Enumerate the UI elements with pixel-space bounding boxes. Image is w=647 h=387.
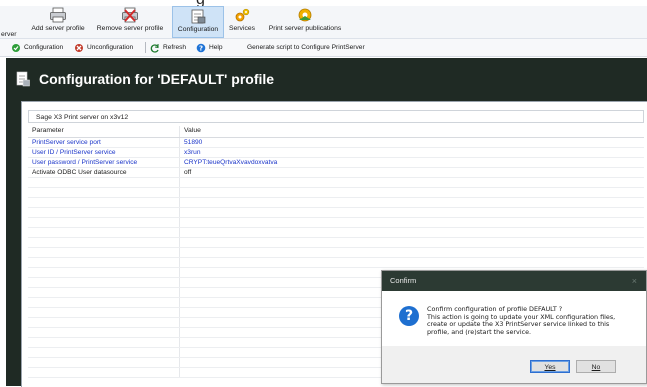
empty-row (28, 178, 644, 188)
table-row[interactable]: User ID / PrintServer service x3run (28, 148, 644, 158)
remove-printer-icon (121, 7, 139, 24)
no-button[interactable]: No (576, 360, 616, 373)
yes-button[interactable]: Yes (530, 360, 570, 373)
page-title: Configuration for 'DEFAULT' profile (39, 71, 275, 87)
dialog-title: Confirm (390, 276, 417, 285)
grid-header: Parameter Value (28, 126, 644, 138)
add-server-profile-button[interactable]: Add server profile (30, 6, 86, 38)
value-cell[interactable]: x3run (180, 148, 644, 157)
empty-row (28, 228, 644, 238)
configuration-icon (189, 8, 207, 25)
parameter-cell: User password / PrintServer service (28, 158, 180, 167)
print-server-publications-label: Print server publications (268, 25, 342, 32)
print-server-publications-button[interactable]: Print server publications (264, 6, 346, 38)
parameter-cell: Activate ODBC User datasource (28, 168, 180, 177)
empty-row (28, 218, 644, 228)
configuration-toolbar-button[interactable]: Configuration (11, 41, 63, 54)
dialog-title-bar[interactable]: Confirm × (382, 271, 646, 291)
help-icon: ? (196, 43, 206, 53)
refresh-button[interactable]: Refresh (150, 41, 186, 54)
generate-script-label: Generate script to Configure PrintServer (247, 44, 365, 51)
dialog-message: Confirm configuration of profile DEFAULT… (427, 305, 639, 336)
svg-text:?: ? (199, 44, 203, 52)
parameter-cell: PrintServer service port (28, 138, 180, 147)
question-icon: ? (399, 306, 419, 326)
ribbon-cut-label[interactable]: erver (1, 31, 17, 38)
gears-icon (233, 7, 251, 24)
configuration-ribbon-button[interactable]: Configuration (172, 6, 224, 38)
empty-row (28, 208, 644, 218)
unconfigure-icon (74, 43, 84, 53)
configuration-title-icon (16, 71, 30, 87)
refresh-label: Refresh (163, 44, 187, 51)
generate-script-button[interactable]: Generate script to Configure PrintServer (247, 41, 365, 54)
value-cell[interactable]: CRYPT:teueQrtvaXvavdoxvatva (180, 158, 644, 167)
configuration-toolbar-label: Configuration (24, 44, 64, 51)
ribbon: erver Add server profile Remove server p… (0, 6, 647, 39)
empty-row (28, 248, 644, 258)
printer-icon (49, 7, 67, 24)
empty-row (28, 238, 644, 248)
remove-server-profile-button[interactable]: Remove server profile (93, 6, 167, 38)
parameter-cell: User ID / PrintServer service (28, 148, 180, 157)
column-header-parameter[interactable]: Parameter (28, 126, 180, 137)
remove-server-profile-label: Remove server profile (96, 25, 164, 32)
services-label: Services (228, 25, 256, 32)
toolbar-separator (145, 42, 146, 53)
server-group-label: Sage X3 Print server on x3v12 (28, 110, 644, 123)
dialog-message-line: profile, and (re)start the service. (427, 327, 532, 336)
value-cell[interactable]: off (180, 168, 644, 177)
column-header-value[interactable]: Value (180, 126, 644, 137)
table-row[interactable]: PrintServer service port 51890 (28, 138, 644, 148)
help-button[interactable]: ? Help (196, 41, 223, 54)
value-cell[interactable]: 51890 (180, 138, 644, 147)
add-server-profile-label: Add server profile (31, 25, 85, 32)
unconfiguration-label: Unconfiguration (87, 44, 134, 51)
publications-icon (296, 7, 314, 24)
empty-row (28, 258, 644, 268)
toolbar: Configuration Unconfiguration Refresh ? … (0, 39, 647, 57)
table-row[interactable]: Activate ODBC User datasource off (28, 168, 644, 178)
table-row[interactable]: User password / PrintServer service CRYP… (28, 158, 644, 168)
help-label: Help (209, 44, 223, 51)
unconfiguration-button[interactable]: Unconfiguration (74, 41, 133, 54)
refresh-icon (150, 43, 160, 53)
configuration-ribbon-label: Configuration (177, 26, 219, 33)
confirm-dialog: Confirm × ? Confirm configuration of pro… (381, 270, 647, 384)
no-label: No (591, 364, 601, 371)
empty-row (28, 198, 644, 208)
dialog-body: ? Confirm configuration of profile DEFAU… (382, 291, 646, 346)
services-button[interactable]: Services (227, 6, 257, 38)
empty-row (28, 188, 644, 198)
yes-label: Yes (544, 364, 556, 371)
close-icon[interactable]: × (632, 271, 637, 291)
configure-icon (11, 43, 21, 53)
page-header: Configuration for 'DEFAULT' profile (16, 64, 274, 94)
